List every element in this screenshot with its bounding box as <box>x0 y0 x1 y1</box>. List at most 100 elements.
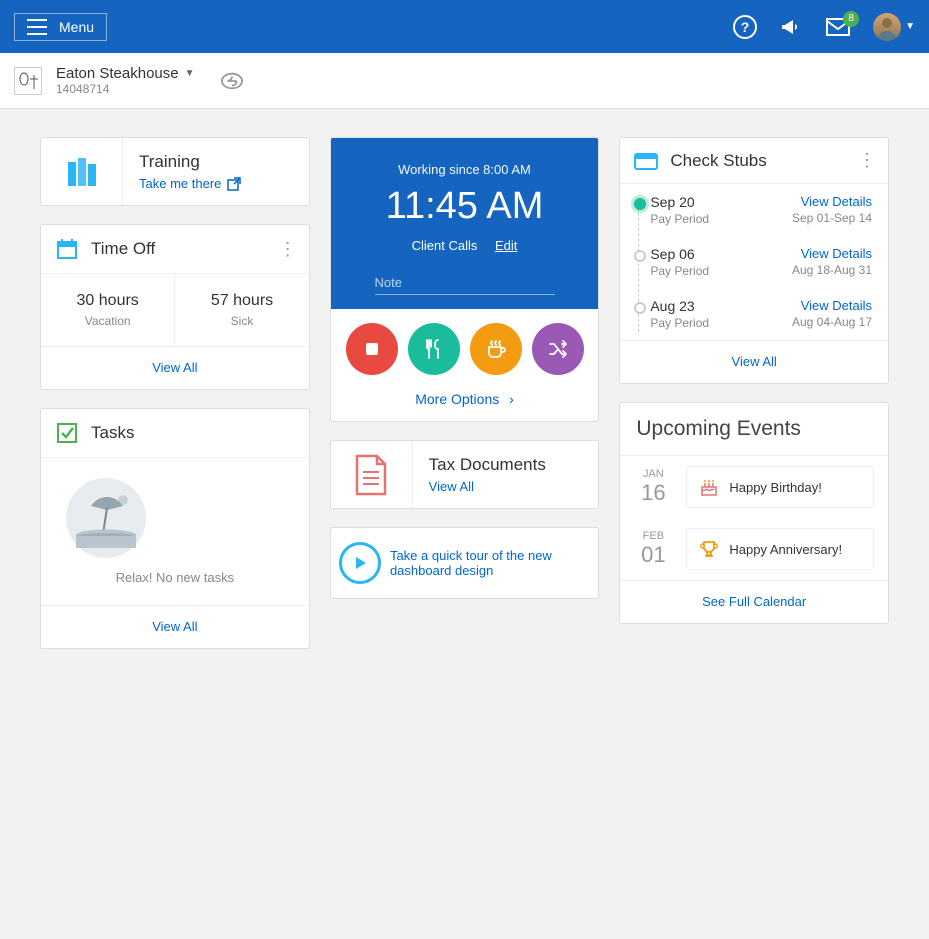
lunch-button[interactable] <box>408 323 460 375</box>
stub-item: Sep 20 Pay Period View Details Sep 01-Se… <box>650 184 888 236</box>
user-menu[interactable]: ▼ <box>873 13 915 41</box>
stub-date: Sep 06 <box>650 246 792 262</box>
play-icon <box>339 542 381 584</box>
training-title: Training <box>139 152 293 172</box>
stub-period: Pay Period <box>650 212 792 226</box>
stub-range: Aug 04-Aug 17 <box>792 315 872 329</box>
trophy-icon <box>699 539 719 559</box>
check-stubs-card: Check Stubs ⋮ Sep 20 Pay Period View Det… <box>619 137 889 384</box>
column-3: Check Stubs ⋮ Sep 20 Pay Period View Det… <box>619 137 889 624</box>
break-button[interactable] <box>470 323 522 375</box>
event-month: Jan <box>634 468 672 480</box>
company-name: Eaton Steakhouse <box>56 65 179 82</box>
utensils-icon <box>423 338 445 360</box>
training-icon <box>41 138 123 205</box>
stubs-more-icon[interactable]: ⋮ <box>858 150 874 171</box>
company-info: Eaton Steakhouse ▼ 14048714 <box>56 65 195 96</box>
company-dropdown[interactable]: ▼ <box>185 68 195 79</box>
timeoff-more-icon[interactable]: ⋮ <box>279 239 295 260</box>
event-text: Happy Anniversary! <box>729 542 842 557</box>
vacation-cell: 30 hours Vacation <box>41 274 175 346</box>
stub-range: Sep 01-Sep 14 <box>792 211 872 225</box>
document-icon <box>331 441 413 508</box>
calendar-icon <box>55 237 79 261</box>
stub-period: Pay Period <box>650 264 792 278</box>
check-stubs-title: Check Stubs <box>670 151 846 171</box>
sick-label: Sick <box>183 314 300 328</box>
menu-button[interactable]: Menu <box>14 13 107 41</box>
mail-icon[interactable]: 8 <box>825 17 851 37</box>
clock-time: 11:45 AM <box>351 185 579 228</box>
stubs-view-all[interactable]: View All <box>732 354 777 369</box>
help-icon[interactable]: ? <box>733 15 757 39</box>
checkbox-icon <box>55 421 79 445</box>
tasks-card: Tasks Relax! No new tasks View All <box>40 408 310 649</box>
top-bar: Menu ? 8 ▼ <box>0 0 929 53</box>
paycheck-icon <box>634 151 658 171</box>
clock-card: Working since 8:00 AM 11:45 AM Client Ca… <box>330 137 600 422</box>
more-options-link[interactable]: More Options › <box>331 383 599 421</box>
chevron-right-icon: › <box>509 391 514 407</box>
tasks-empty-message: Relax! No new tasks <box>61 570 289 585</box>
stop-icon <box>363 340 381 358</box>
dashboard: Training Take me there Time Off ⋮ 30 hou… <box>0 109 929 677</box>
link-icon[interactable] <box>221 70 243 92</box>
vacation-label: Vacation <box>49 314 166 328</box>
upcoming-events-card: Upcoming Events Jan 16 Happy Birthday! F… <box>619 402 889 624</box>
event-row: Jan 16 Happy Birthday! <box>620 456 888 518</box>
shuffle-icon <box>547 338 569 360</box>
events-title: Upcoming Events <box>620 403 888 456</box>
event-day: 01 <box>634 542 672 568</box>
chevron-down-icon: ▼ <box>905 21 915 32</box>
avatar <box>873 13 901 41</box>
timeoff-card: Time Off ⋮ 30 hours Vacation 57 hours Si… <box>40 224 310 390</box>
menu-label: Menu <box>59 19 94 35</box>
stub-period: Pay Period <box>650 316 792 330</box>
tax-view-all[interactable]: View All <box>429 479 583 494</box>
sick-cell: 57 hours Sick <box>175 274 308 346</box>
company-logo <box>14 67 42 95</box>
column-1: Training Take me there Time Off ⋮ 30 hou… <box>40 137 310 649</box>
timeoff-title: Time Off <box>91 239 267 259</box>
coffee-icon <box>484 337 508 361</box>
tax-title: Tax Documents <box>429 455 583 475</box>
stop-button[interactable] <box>346 323 398 375</box>
company-selector-bar: Eaton Steakhouse ▼ 14048714 <box>0 53 929 109</box>
tax-documents-card: Tax Documents View All <box>330 440 600 509</box>
tour-text: Take a quick tour of the new dashboard d… <box>390 534 598 592</box>
event-row: Feb 01 Happy Anniversary! <box>620 518 888 580</box>
tasks-view-all[interactable]: View All <box>152 619 197 634</box>
stub-item: Sep 06 Pay Period View Details Aug 18-Au… <box>650 236 888 288</box>
event-day: 16 <box>634 480 672 506</box>
clock-edit-link[interactable]: Edit <box>495 238 517 253</box>
column-2: Working since 8:00 AM 11:45 AM Client Ca… <box>330 137 600 599</box>
stub-view-details[interactable]: View Details <box>792 298 872 313</box>
beach-umbrella-icon <box>61 478 151 558</box>
see-calendar-link[interactable]: See Full Calendar <box>702 594 806 609</box>
event-text: Happy Birthday! <box>729 480 822 495</box>
training-card: Training Take me there <box>40 137 310 206</box>
tasks-title: Tasks <box>91 423 295 443</box>
clock-activity: Client Calls <box>412 238 478 253</box>
sick-hours: 57 hours <box>183 292 300 310</box>
stub-date: Aug 23 <box>650 298 792 314</box>
tour-card[interactable]: Take a quick tour of the new dashboard d… <box>330 527 600 599</box>
switch-button[interactable] <box>532 323 584 375</box>
megaphone-icon[interactable] <box>779 15 803 39</box>
note-input[interactable] <box>375 271 555 295</box>
stub-range: Aug 18-Aug 31 <box>792 263 872 277</box>
timeoff-view-all[interactable]: View All <box>152 360 197 375</box>
training-link[interactable]: Take me there <box>139 176 293 191</box>
birthday-cake-icon <box>699 477 719 497</box>
stub-date: Sep 20 <box>650 194 792 210</box>
svg-text:?: ? <box>741 19 750 35</box>
company-id: 14048714 <box>56 82 195 96</box>
hamburger-icon <box>27 19 47 35</box>
stub-view-details[interactable]: View Details <box>792 194 872 209</box>
top-right-icons: ? 8 ▼ <box>733 13 915 41</box>
stub-view-details[interactable]: View Details <box>792 246 872 261</box>
stub-item: Aug 23 Pay Period View Details Aug 04-Au… <box>650 288 888 340</box>
vacation-hours: 30 hours <box>49 292 166 310</box>
clock-since: Working since 8:00 AM <box>351 162 579 177</box>
event-month: Feb <box>634 530 672 542</box>
